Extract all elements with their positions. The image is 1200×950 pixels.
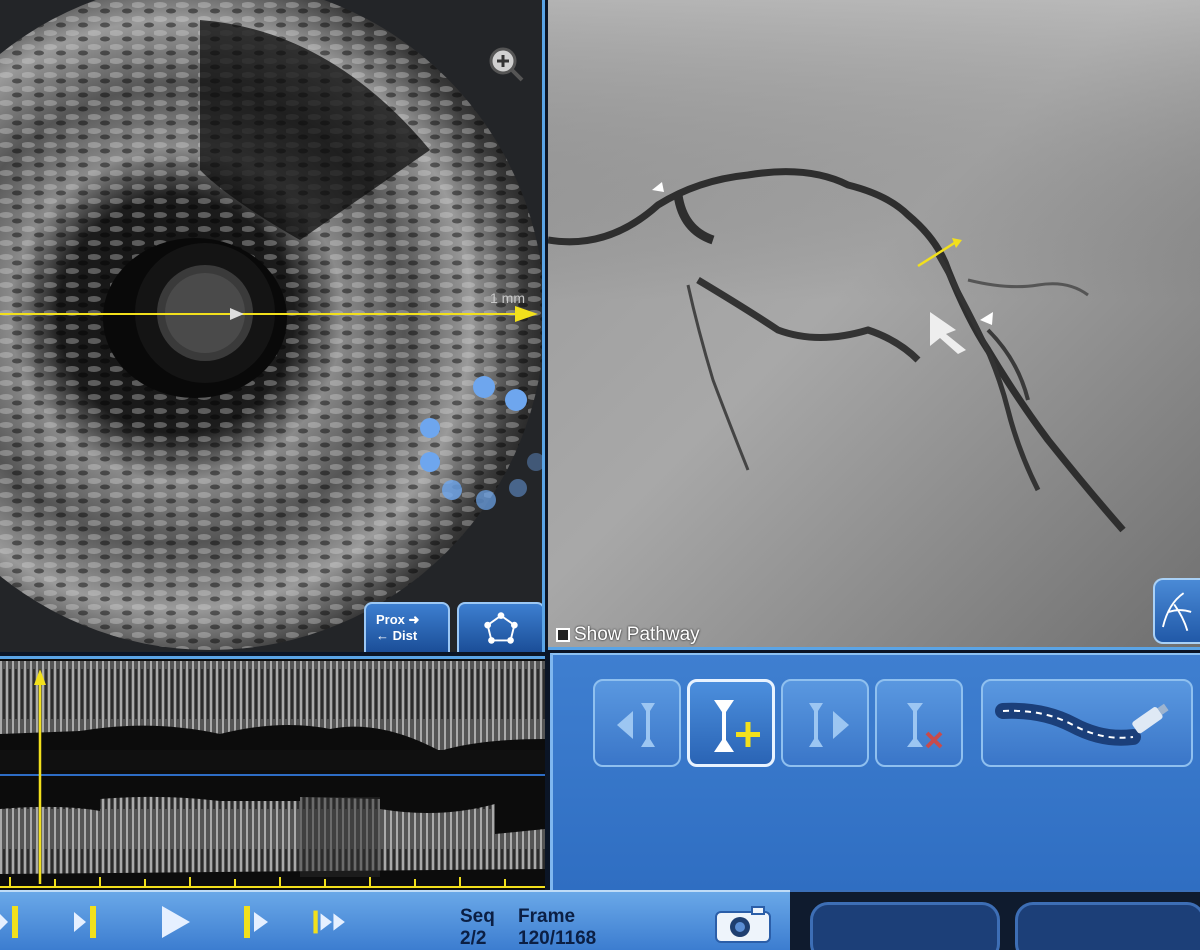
- show-pathway-toggle[interactable]: Show Pathway: [556, 624, 700, 646]
- marker-delete-icon: [907, 703, 943, 749]
- go-to-start-icon: [0, 906, 18, 938]
- right-arrow-icon: ➜: [408, 612, 420, 627]
- seq-label: Seq: [460, 906, 495, 927]
- scale-label: 1 mm: [490, 290, 525, 306]
- marker-next-icon: [809, 703, 849, 747]
- pullback-path-button[interactable]: [981, 679, 1193, 767]
- frame-value: 120/1168: [518, 928, 597, 949]
- vessel-tree-button[interactable]: [1153, 578, 1200, 644]
- step-back-icon: [74, 906, 96, 938]
- angiogram-panel[interactable]: Show Pathway: [548, 0, 1200, 650]
- left-arrow-icon: ←: [376, 628, 389, 643]
- secondary-controls: [790, 890, 1200, 950]
- dist-label: Dist: [392, 628, 418, 643]
- play-button[interactable]: [156, 900, 196, 944]
- step-back-button[interactable]: [68, 900, 108, 944]
- dist-label-row: ← Dist: [376, 628, 448, 644]
- fast-forward-icon: [313, 910, 345, 934]
- marker-toolbar: [550, 653, 1200, 890]
- step-forward-icon: [244, 906, 268, 938]
- ivus-cross-section-panel[interactable]: 1 mm Prox ➜ ← Dist: [0, 0, 545, 652]
- secondary-control-left[interactable]: [810, 902, 1000, 950]
- ivus-workstation: 1 mm Prox ➜ ← Dist Show Pathway Seq 2/2 …: [0, 0, 1200, 950]
- marker-add-button[interactable]: [687, 679, 775, 767]
- prox-label: Prox: [376, 612, 405, 627]
- snapshot-button[interactable]: [712, 904, 774, 944]
- step-forward-button[interactable]: [238, 900, 278, 944]
- longitudinal-view-image: [0, 659, 545, 890]
- marker-previous-icon: [617, 703, 655, 747]
- prox-label-row: Prox ➜: [376, 612, 448, 628]
- pullback-path-icon: [995, 702, 1169, 746]
- angiogram-image: [548, 0, 1200, 647]
- vessel-tree-icon: [1162, 592, 1192, 631]
- play-icon: [162, 906, 190, 938]
- zoom-in-icon: [489, 47, 524, 82]
- marker-previous-button[interactable]: [593, 679, 681, 767]
- camera-icon: [715, 906, 771, 943]
- ivus-cross-section-image: [0, 0, 542, 650]
- seq-value: 2/2: [460, 928, 487, 949]
- fast-forward-button[interactable]: [312, 900, 368, 944]
- go-to-start-button[interactable]: [0, 900, 34, 944]
- marker-add-icon: [714, 700, 760, 752]
- marker-next-button[interactable]: [781, 679, 869, 767]
- marker-delete-button[interactable]: [875, 679, 963, 767]
- zoom-in-button[interactable]: [486, 44, 526, 84]
- polygon-trace-icon: [484, 612, 518, 644]
- show-pathway-checkbox[interactable]: [556, 628, 570, 642]
- frame-label: Frame: [518, 906, 576, 927]
- playback-bar: Seq 2/2 Frame 120/1168: [0, 890, 790, 950]
- secondary-control-right[interactable]: [1015, 902, 1200, 950]
- polygon-trace-button[interactable]: [457, 602, 542, 652]
- longitudinal-view-panel[interactable]: [0, 656, 545, 890]
- prox-dist-toggle-button[interactable]: Prox ➜ ← Dist: [364, 602, 450, 652]
- show-pathway-label: Show Pathway: [574, 624, 700, 645]
